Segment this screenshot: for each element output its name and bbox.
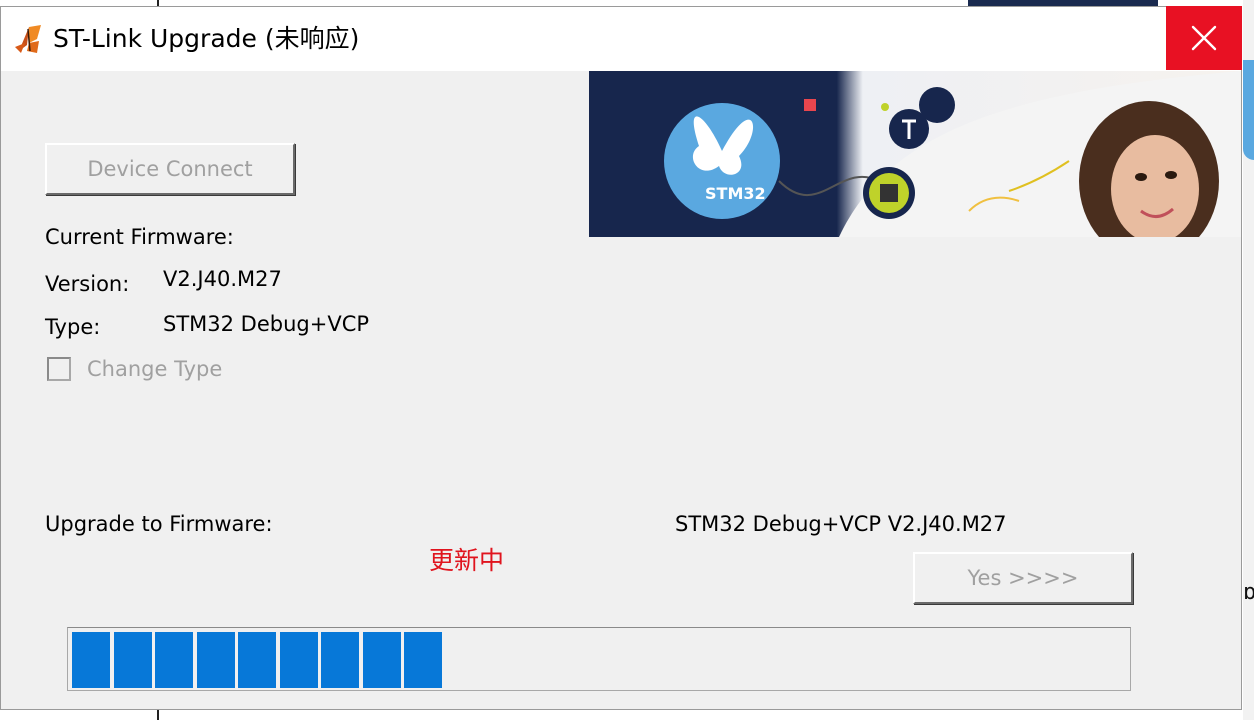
chip-label: STM32 <box>705 184 766 203</box>
type-value: STM32 Debug+VCP <box>163 312 370 336</box>
progress-segment <box>72 632 110 688</box>
change-type-checkbox[interactable] <box>47 357 71 381</box>
background-text-fragment: ɒ <box>1243 580 1254 605</box>
version-label: Version: <box>45 272 130 296</box>
butterfly-app-icon <box>15 25 41 53</box>
progress-segment <box>404 632 442 688</box>
change-type-label: Change Type <box>87 357 223 381</box>
target-firmware-value: STM32 Debug+VCP V2.J40.M27 <box>675 512 1007 536</box>
window-title: ST-Link Upgrade (未响应) <box>53 24 360 53</box>
updating-status-text: 更新中 <box>429 546 505 575</box>
progress-segment <box>279 632 318 688</box>
title-bar[interactable]: ST-Link Upgrade (未响应) <box>1 6 1242 71</box>
stm32-banner-image: STM32 <box>589 71 1241 237</box>
progress-segment <box>321 632 359 688</box>
close-icon <box>1191 25 1217 51</box>
background-window-accent <box>1243 60 1254 160</box>
progress-segment <box>362 632 401 688</box>
st-link-upgrade-window: ST-Link Upgrade (未响应) STM32 Device Conne… <box>0 6 1242 710</box>
upgrade-to-firmware-label: Upgrade to Firmware: <box>45 512 273 536</box>
type-label: Type: <box>45 315 101 339</box>
progress-segment <box>155 632 193 688</box>
close-button[interactable] <box>1166 6 1242 70</box>
progress-segment <box>113 632 152 688</box>
upgrade-progress-bar <box>67 627 1131 691</box>
banner-graphic: STM32 <box>589 71 1241 237</box>
version-value: V2.J40.M27 <box>163 267 282 291</box>
current-firmware-heading: Current Firmware: <box>45 225 234 249</box>
progress-segment <box>196 632 235 688</box>
progress-segment <box>238 632 276 688</box>
yes-button[interactable]: Yes >>>> <box>913 552 1133 604</box>
device-connect-button[interactable]: Device Connect <box>45 143 295 195</box>
